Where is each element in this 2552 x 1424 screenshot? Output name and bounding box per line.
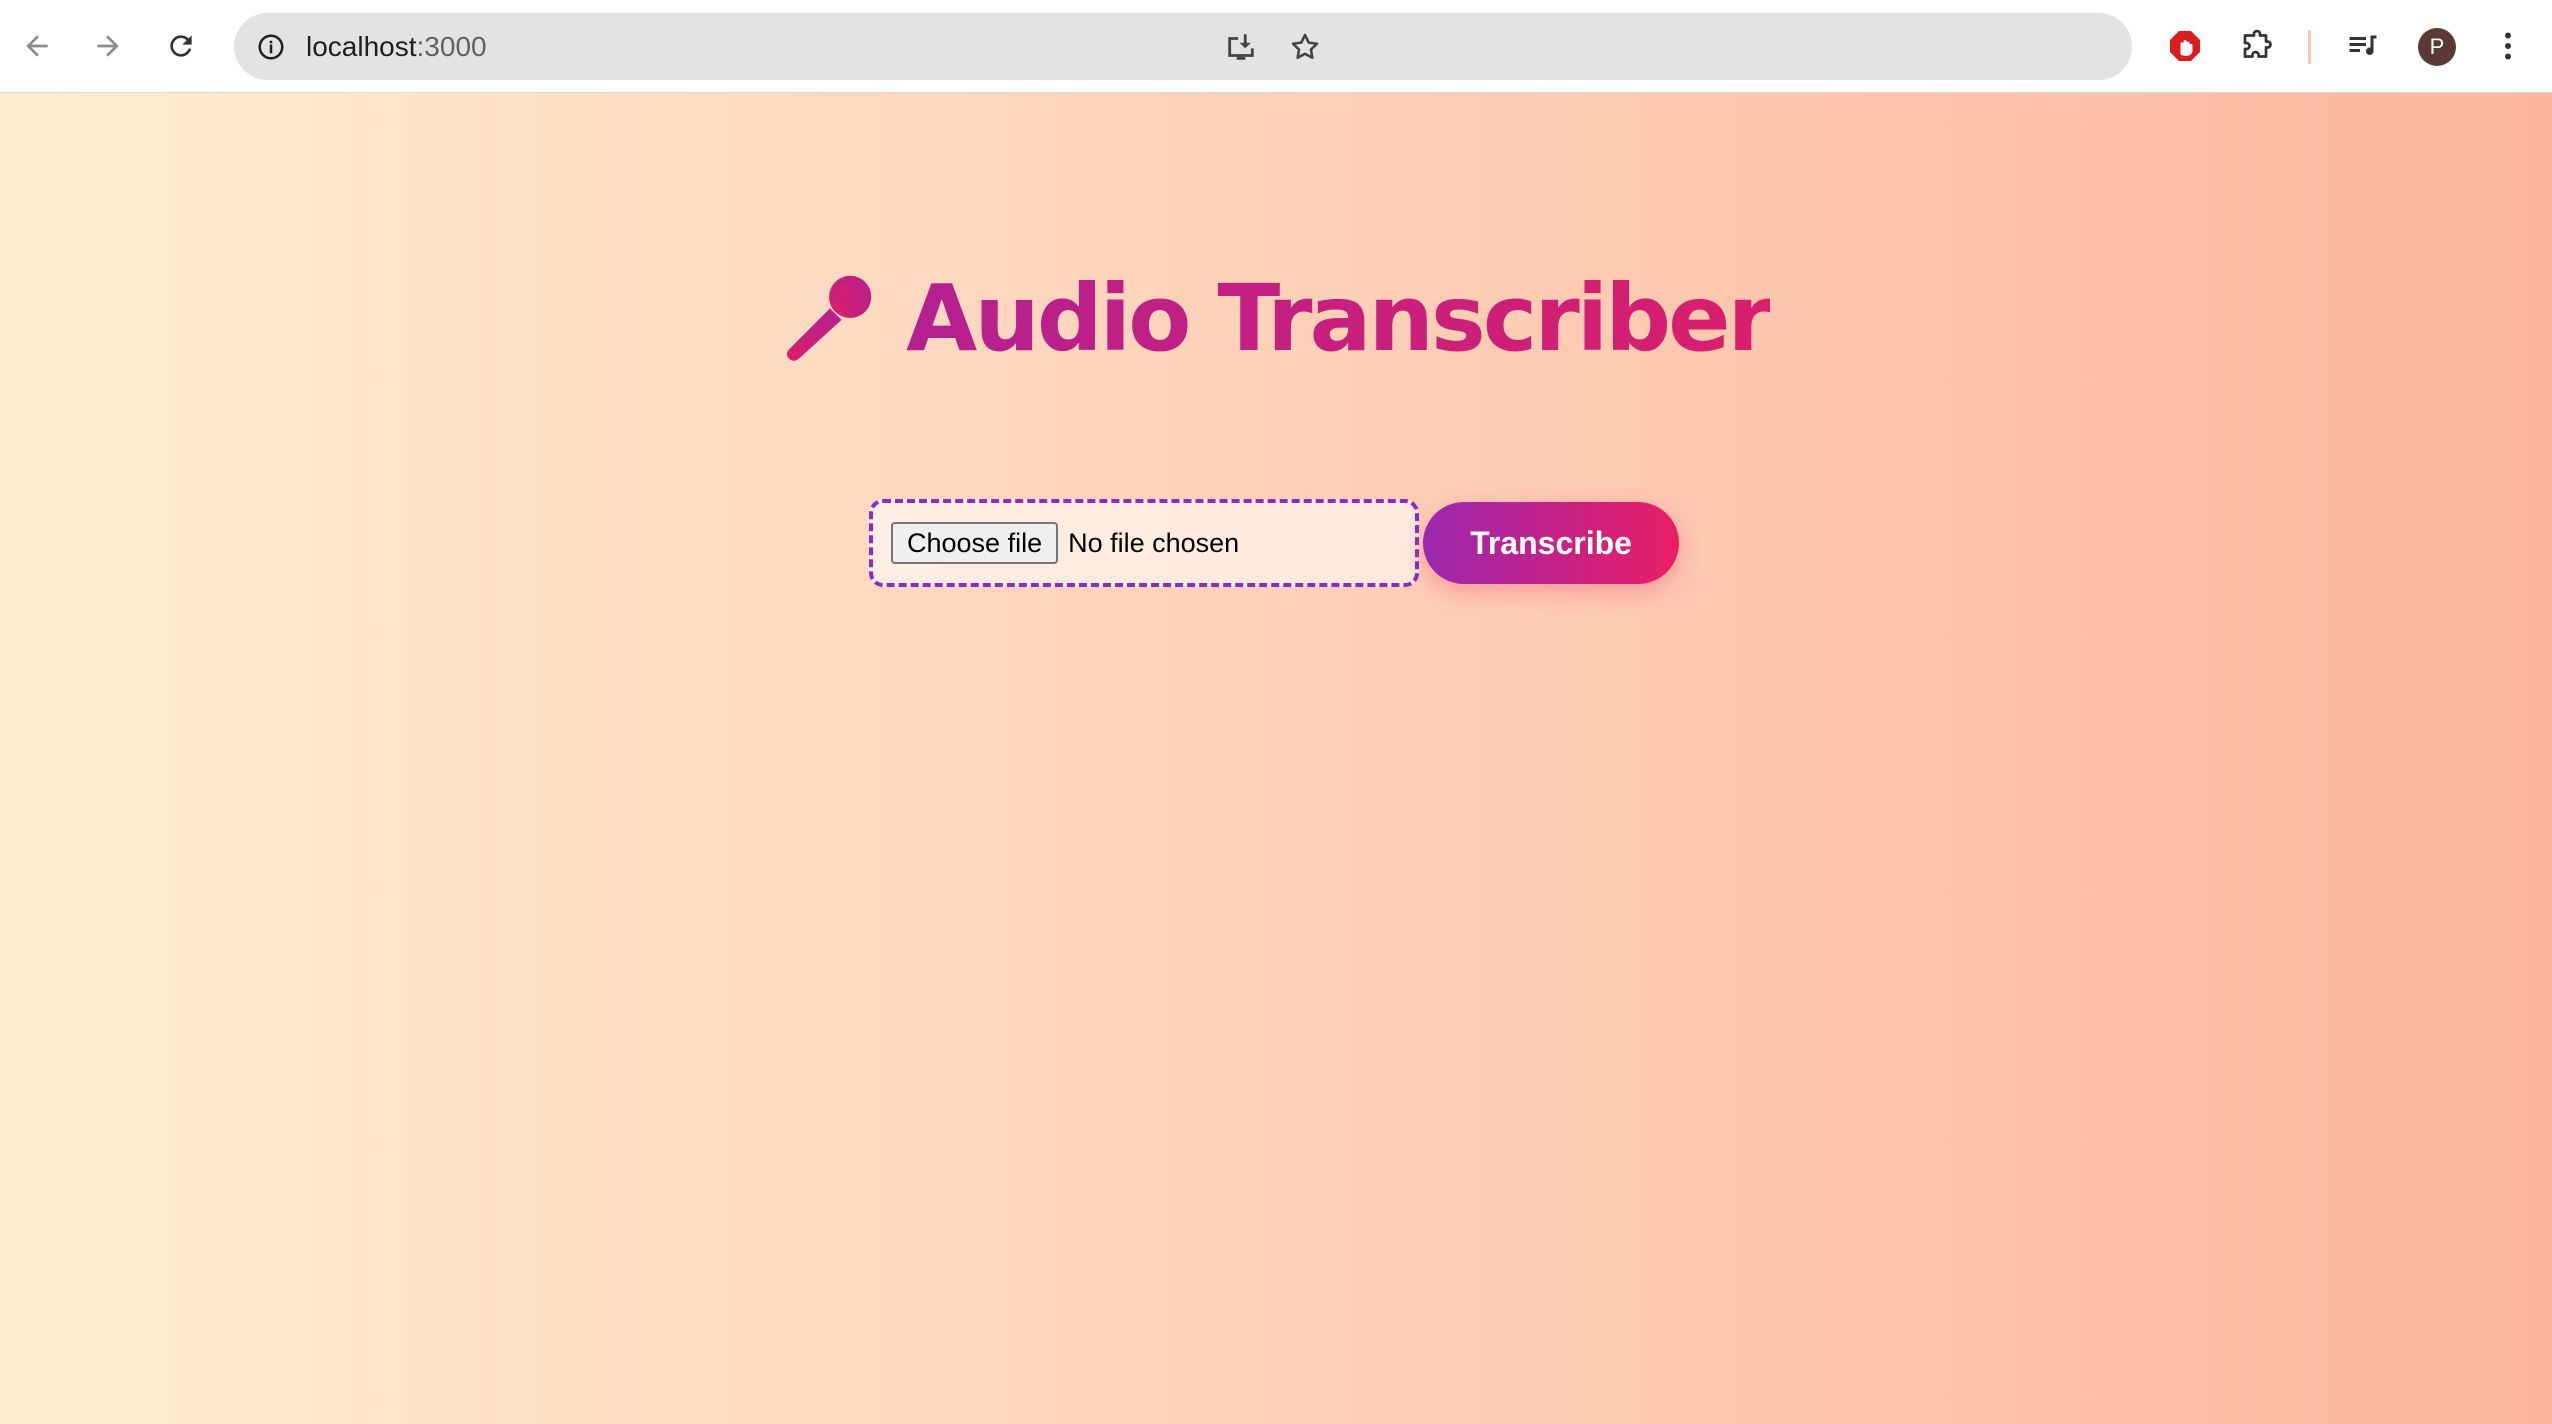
back-arrow-icon <box>26 35 48 57</box>
url-text[interactable]: localhost:3000 <box>306 13 487 80</box>
url-host: localhost <box>306 31 417 62</box>
forward-arrow-icon <box>97 35 119 57</box>
bookmark-button[interactable] <box>1280 22 1330 72</box>
upload-form: Choose file No file chosen Transcribe <box>869 499 1679 587</box>
site-info-icon <box>258 34 284 60</box>
media-controls-icon <box>2349 35 2377 55</box>
url-port: :3000 <box>416 31 487 62</box>
extensions-puzzle-icon <box>2243 29 2272 58</box>
bookmark-star-icon <box>1291 33 1319 60</box>
reload-button[interactable] <box>155 20 207 72</box>
install-app-icon <box>1228 34 1254 60</box>
media-controls-button[interactable] <box>2338 21 2388 71</box>
address-bar[interactable]: localhost:3000 <box>234 13 2132 80</box>
choose-file-button[interactable]: Choose file <box>891 522 1059 564</box>
profile-avatar[interactable]: P <box>2418 28 2456 66</box>
install-app-button[interactable] <box>1216 22 1266 72</box>
extensions-button[interactable] <box>2232 21 2282 71</box>
browser-menu-button[interactable] <box>2483 21 2533 71</box>
page-viewport: Audio Transcriber Choose file No file ch… <box>0 93 2552 1424</box>
file-status-text: No file chosen <box>1068 527 1240 558</box>
page-header: Audio Transcriber <box>0 263 2552 373</box>
adblock-extension-icon <box>2170 31 2200 61</box>
file-input[interactable]: Choose file No file chosen <box>869 499 1419 587</box>
adblock-extension-button[interactable] <box>2160 21 2210 71</box>
microphone-icon <box>787 275 872 361</box>
toolbar-divider <box>2308 30 2311 64</box>
kebab-menu-icon <box>2505 32 2511 60</box>
reload-icon <box>170 35 192 57</box>
back-button[interactable] <box>11 20 63 72</box>
transcribe-button[interactable]: Transcribe <box>1423 502 1679 584</box>
forward-button[interactable] <box>82 20 134 72</box>
page-title: Audio Transcriber <box>906 264 1773 372</box>
site-info-button[interactable] <box>246 22 296 72</box>
browser-toolbar: localhost:3000 P <box>0 0 2552 93</box>
